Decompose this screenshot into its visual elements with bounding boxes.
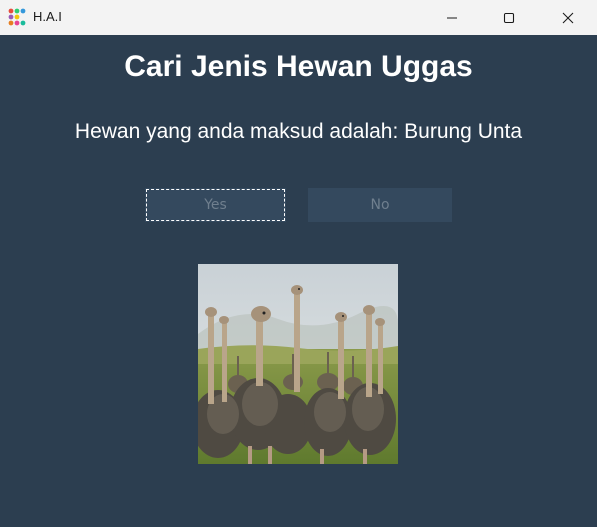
app-icon xyxy=(8,8,26,26)
app-window: H.A.I Cari Jenis Hewan Uggas Hewan yang … xyxy=(0,0,597,527)
animal-image xyxy=(198,264,398,464)
close-button[interactable] xyxy=(545,0,591,35)
window-title: H.A.I xyxy=(33,9,62,24)
yes-button[interactable]: Yes xyxy=(145,188,286,222)
ostrich-photo xyxy=(198,264,398,464)
minimize-icon xyxy=(447,17,457,18)
result-text: Hewan yang anda maksud adalah: Burung Un… xyxy=(74,120,523,143)
maximize-icon xyxy=(503,12,515,23)
no-button[interactable]: No xyxy=(308,188,452,222)
maximize-button[interactable] xyxy=(486,0,532,35)
close-icon xyxy=(562,12,574,23)
title-bar[interactable]: H.A.I xyxy=(0,0,597,35)
page-title: Cari Jenis Hewan Uggas xyxy=(124,50,473,83)
minimize-button[interactable] xyxy=(429,0,475,35)
